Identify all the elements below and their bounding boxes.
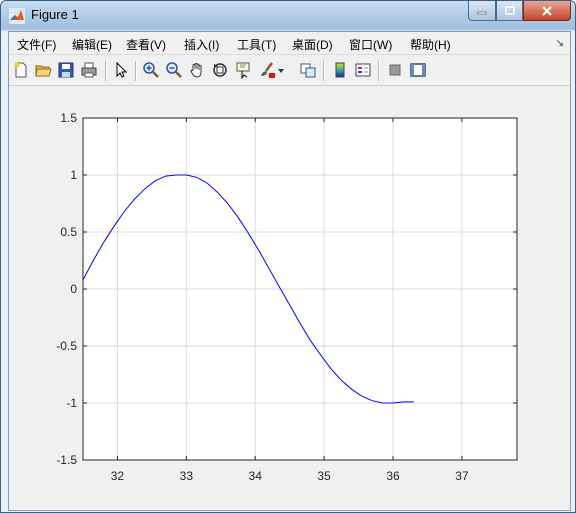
data-cursor-button[interactable] [233, 60, 253, 80]
save-disk-icon [58, 62, 74, 78]
dropdown-arrow-icon [278, 69, 284, 73]
figure-canvas: 32 33 34 35 36 37 -1.5 -1 -0.5 0 0.5 1 1.5 [9, 87, 570, 510]
show-plot-tools-button[interactable] [408, 60, 428, 80]
x-tick-label: 37 [455, 469, 469, 483]
print-button[interactable] [79, 60, 99, 80]
y-tick-label: 1 [70, 168, 77, 182]
figure-window: Figure 1 文件(F) 编辑(E) 查看(V) 插入(I) 工具(T) 桌… [0, 0, 576, 513]
y-tick-label: 1.5 [60, 111, 77, 125]
open-file-button[interactable] [33, 60, 53, 80]
minimize-icon [477, 11, 487, 14]
brush-dropdown-button[interactable] [275, 60, 287, 80]
menu-window[interactable]: 窗口(W) [349, 36, 392, 53]
window-title: Figure 1 [31, 7, 79, 22]
hide-plot-tools-icon [389, 64, 401, 76]
x-tick-label: 36 [386, 469, 400, 483]
y-tick-label: -0.5 [56, 339, 77, 353]
window-controls [468, 1, 571, 21]
open-folder-icon [35, 65, 52, 77]
rotate-3d-icon [213, 63, 227, 77]
y-tick-label: -1 [66, 396, 77, 410]
pan-hand-icon [190, 63, 202, 78]
x-tick-label: 34 [249, 469, 263, 483]
arrow-cursor-icon [116, 61, 128, 78]
menu-edit[interactable]: 编辑(E) [72, 36, 112, 53]
y-tick-label: -1.5 [56, 453, 77, 467]
rotate-3d-button[interactable] [210, 60, 230, 80]
close-icon [542, 5, 552, 16]
toolbar-separator [105, 61, 107, 81]
zoom-out-button[interactable] [164, 60, 184, 80]
link-plot-button[interactable] [298, 60, 318, 80]
maximize-button[interactable] [496, 1, 523, 21]
toolbar-separator [323, 61, 325, 81]
menu-tools[interactable]: 工具(T) [237, 36, 276, 53]
figure-client: 文件(F) 编辑(E) 查看(V) 插入(I) 工具(T) 桌面(D) 窗口(W… [8, 31, 571, 511]
brush-button[interactable] [257, 60, 277, 80]
menu-bar: 文件(F) 编辑(E) 查看(V) 插入(I) 工具(T) 桌面(D) 窗口(W… [9, 32, 570, 55]
legend-icon [355, 63, 371, 77]
new-file-icon [14, 62, 27, 78]
x-tick-label: 35 [317, 469, 331, 483]
insert-colorbar-button[interactable] [330, 60, 350, 80]
matlab-icon [9, 8, 25, 24]
zoom-in-icon [143, 62, 159, 78]
hide-plot-tools-button[interactable] [385, 60, 405, 80]
brush-icon [261, 62, 275, 78]
figure-toolbar [9, 55, 570, 86]
menu-help[interactable]: 帮助(H) [410, 36, 451, 53]
show-plot-tools-icon [410, 63, 426, 77]
dock-arrow-icon[interactable]: ↘ [556, 38, 564, 49]
menu-desktop[interactable]: 桌面(D) [292, 36, 333, 53]
menu-insert[interactable]: 插入(I) [184, 36, 219, 53]
colorbar-icon [335, 62, 345, 78]
maximize-icon [504, 5, 515, 15]
toolbar-separator [135, 61, 137, 81]
plot-svg[interactable]: 32 33 34 35 36 37 -1.5 -1 -0.5 0 0.5 1 1.5 [9, 87, 570, 510]
toolbar-separator [378, 61, 380, 81]
insert-legend-button[interactable] [353, 60, 373, 80]
printer-icon [81, 62, 97, 78]
pan-button[interactable] [187, 60, 207, 80]
edit-plot-button[interactable] [111, 60, 131, 80]
menu-view[interactable]: 查看(V) [126, 36, 166, 53]
data-cursor-icon [236, 62, 250, 79]
x-tick-label: 33 [180, 469, 194, 483]
link-plot-icon [300, 63, 316, 78]
title-bar[interactable]: Figure 1 [1, 1, 575, 29]
minimize-button[interactable] [468, 1, 496, 21]
y-tick-label: 0 [70, 282, 77, 296]
menu-file[interactable]: 文件(F) [17, 36, 56, 53]
save-button[interactable] [56, 60, 76, 80]
y-tick-label: 0.5 [60, 225, 77, 239]
x-tick-label: 32 [111, 469, 125, 483]
close-button[interactable] [523, 1, 571, 21]
zoom-in-button[interactable] [141, 60, 161, 80]
new-figure-button[interactable] [11, 60, 31, 80]
zoom-out-icon [166, 62, 182, 78]
